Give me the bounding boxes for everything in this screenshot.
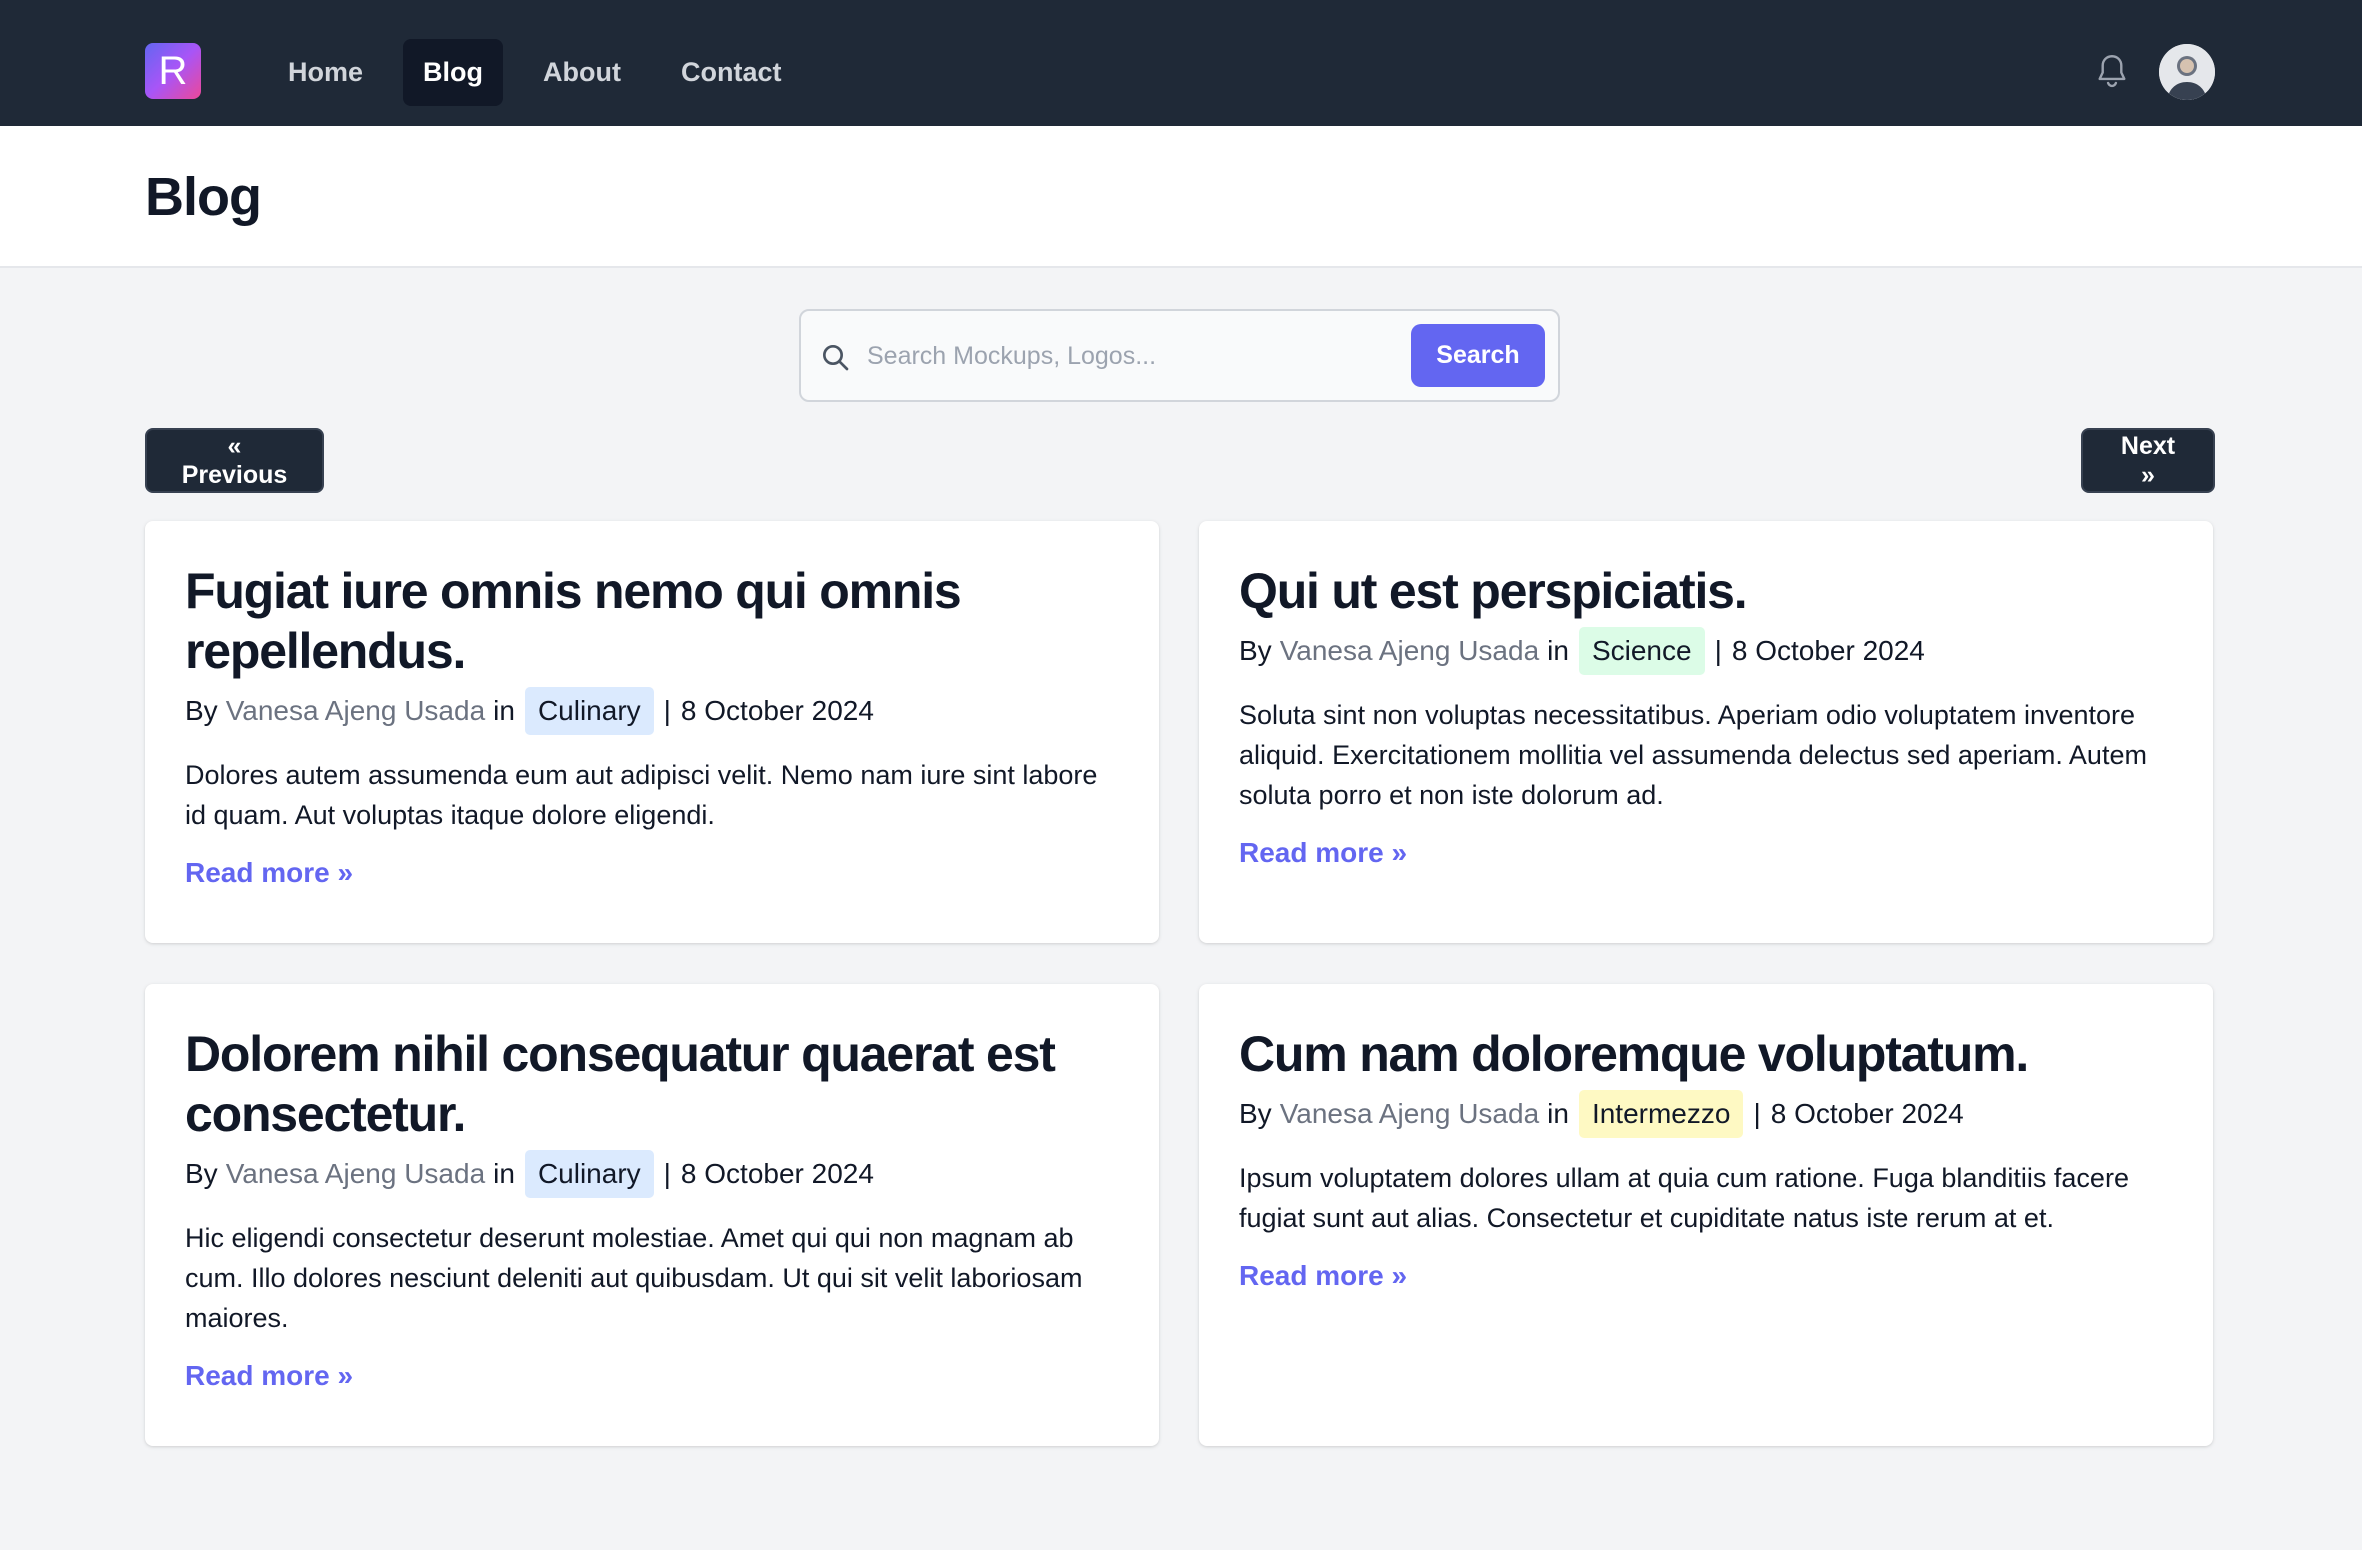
separator: | — [1753, 1098, 1761, 1129]
nav-link-blog[interactable]: Blog — [403, 39, 504, 106]
post-author[interactable]: Vanesa Ajeng Usada — [1280, 1092, 1539, 1136]
in-label: in — [1547, 635, 1569, 666]
search-input[interactable] — [867, 331, 1397, 381]
logo[interactable]: R — [145, 43, 201, 99]
next-button[interactable]: Next » — [2081, 428, 2215, 493]
search-icon — [819, 341, 851, 373]
user-avatar[interactable] — [2159, 44, 2215, 100]
blog-post-card: Qui ut est perspiciatis. By Vanesa Ajeng… — [1199, 521, 2213, 943]
read-more-link[interactable]: Read more » — [1239, 837, 1407, 869]
search-button[interactable]: Search — [1411, 324, 1545, 387]
in-label: in — [493, 1158, 515, 1189]
category-badge[interactable]: Culinary — [524, 687, 654, 735]
separator: | — [1714, 635, 1722, 666]
blog-post-card: Cum nam doloremque voluptatum. By Vanesa… — [1199, 984, 2213, 1446]
by-label: By — [185, 695, 218, 726]
post-date: 8 October 2024 — [1731, 635, 1925, 666]
post-date: 8 October 2024 — [1770, 1098, 1964, 1129]
separator: | — [663, 695, 671, 726]
nav-link-about[interactable]: About — [523, 39, 641, 106]
nav-link-home[interactable]: Home — [268, 39, 383, 106]
post-excerpt: Soluta sint non voluptas necessitatibus.… — [1239, 700, 2147, 810]
category-badge[interactable]: Science — [1578, 627, 1705, 675]
blog-post-card: Fugiat iure omnis nemo qui omnis repelle… — [145, 521, 1159, 943]
post-author[interactable]: Vanesa Ajeng Usada — [1280, 629, 1539, 673]
top-navbar: R Home Blog About Contact — [0, 0, 2362, 126]
bell-icon[interactable] — [2094, 52, 2130, 92]
by-label: By — [1239, 635, 1272, 666]
search-bar: Search — [799, 309, 1560, 402]
separator: | — [663, 1158, 671, 1189]
previous-button[interactable]: « Previous — [145, 428, 324, 493]
post-title[interactable]: Dolorem nihil consequatur quaerat est co… — [185, 1024, 1119, 1144]
post-author[interactable]: Vanesa Ajeng Usada — [226, 1152, 485, 1196]
read-more-link[interactable]: Read more » — [185, 1360, 353, 1392]
post-author[interactable]: Vanesa Ajeng Usada — [226, 689, 485, 733]
nav-links: Home Blog About Contact — [268, 39, 801, 106]
post-excerpt: Hic eligendi consectetur deserunt molest… — [185, 1223, 1083, 1333]
page-title: Blog — [145, 167, 262, 227]
post-excerpt: Ipsum voluptatem dolores ullam at quia c… — [1239, 1163, 2129, 1233]
category-badge[interactable]: Intermezzo — [1578, 1090, 1744, 1138]
post-meta: By Vanesa Ajeng Usada in Culinary | 8 Oc… — [185, 1150, 1119, 1198]
post-meta: By Vanesa Ajeng Usada in Science | 8 Oct… — [1239, 627, 2173, 675]
read-more-link[interactable]: Read more » — [1239, 1260, 1407, 1292]
post-date: 8 October 2024 — [680, 695, 874, 726]
in-label: in — [1547, 1098, 1569, 1129]
nav-link-contact[interactable]: Contact — [661, 39, 802, 106]
by-label: By — [1239, 1098, 1272, 1129]
post-title[interactable]: Qui ut est perspiciatis. — [1239, 561, 2173, 621]
in-label: in — [493, 695, 515, 726]
post-title[interactable]: Cum nam doloremque voluptatum. — [1239, 1024, 2173, 1084]
blog-post-card: Dolorem nihil consequatur quaerat est co… — [145, 984, 1159, 1446]
post-meta: By Vanesa Ajeng Usada in Culinary | 8 Oc… — [185, 687, 1119, 735]
post-title[interactable]: Fugiat iure omnis nemo qui omnis repelle… — [185, 561, 1119, 681]
read-more-link[interactable]: Read more » — [185, 857, 353, 889]
category-badge[interactable]: Culinary — [524, 1150, 654, 1198]
page-header: Blog — [0, 126, 2362, 268]
post-excerpt: Dolores autem assumenda eum aut adipisci… — [185, 760, 1098, 830]
post-date: 8 October 2024 — [680, 1158, 874, 1189]
by-label: By — [185, 1158, 218, 1189]
post-meta: By Vanesa Ajeng Usada in Intermezzo | 8 … — [1239, 1090, 2173, 1138]
